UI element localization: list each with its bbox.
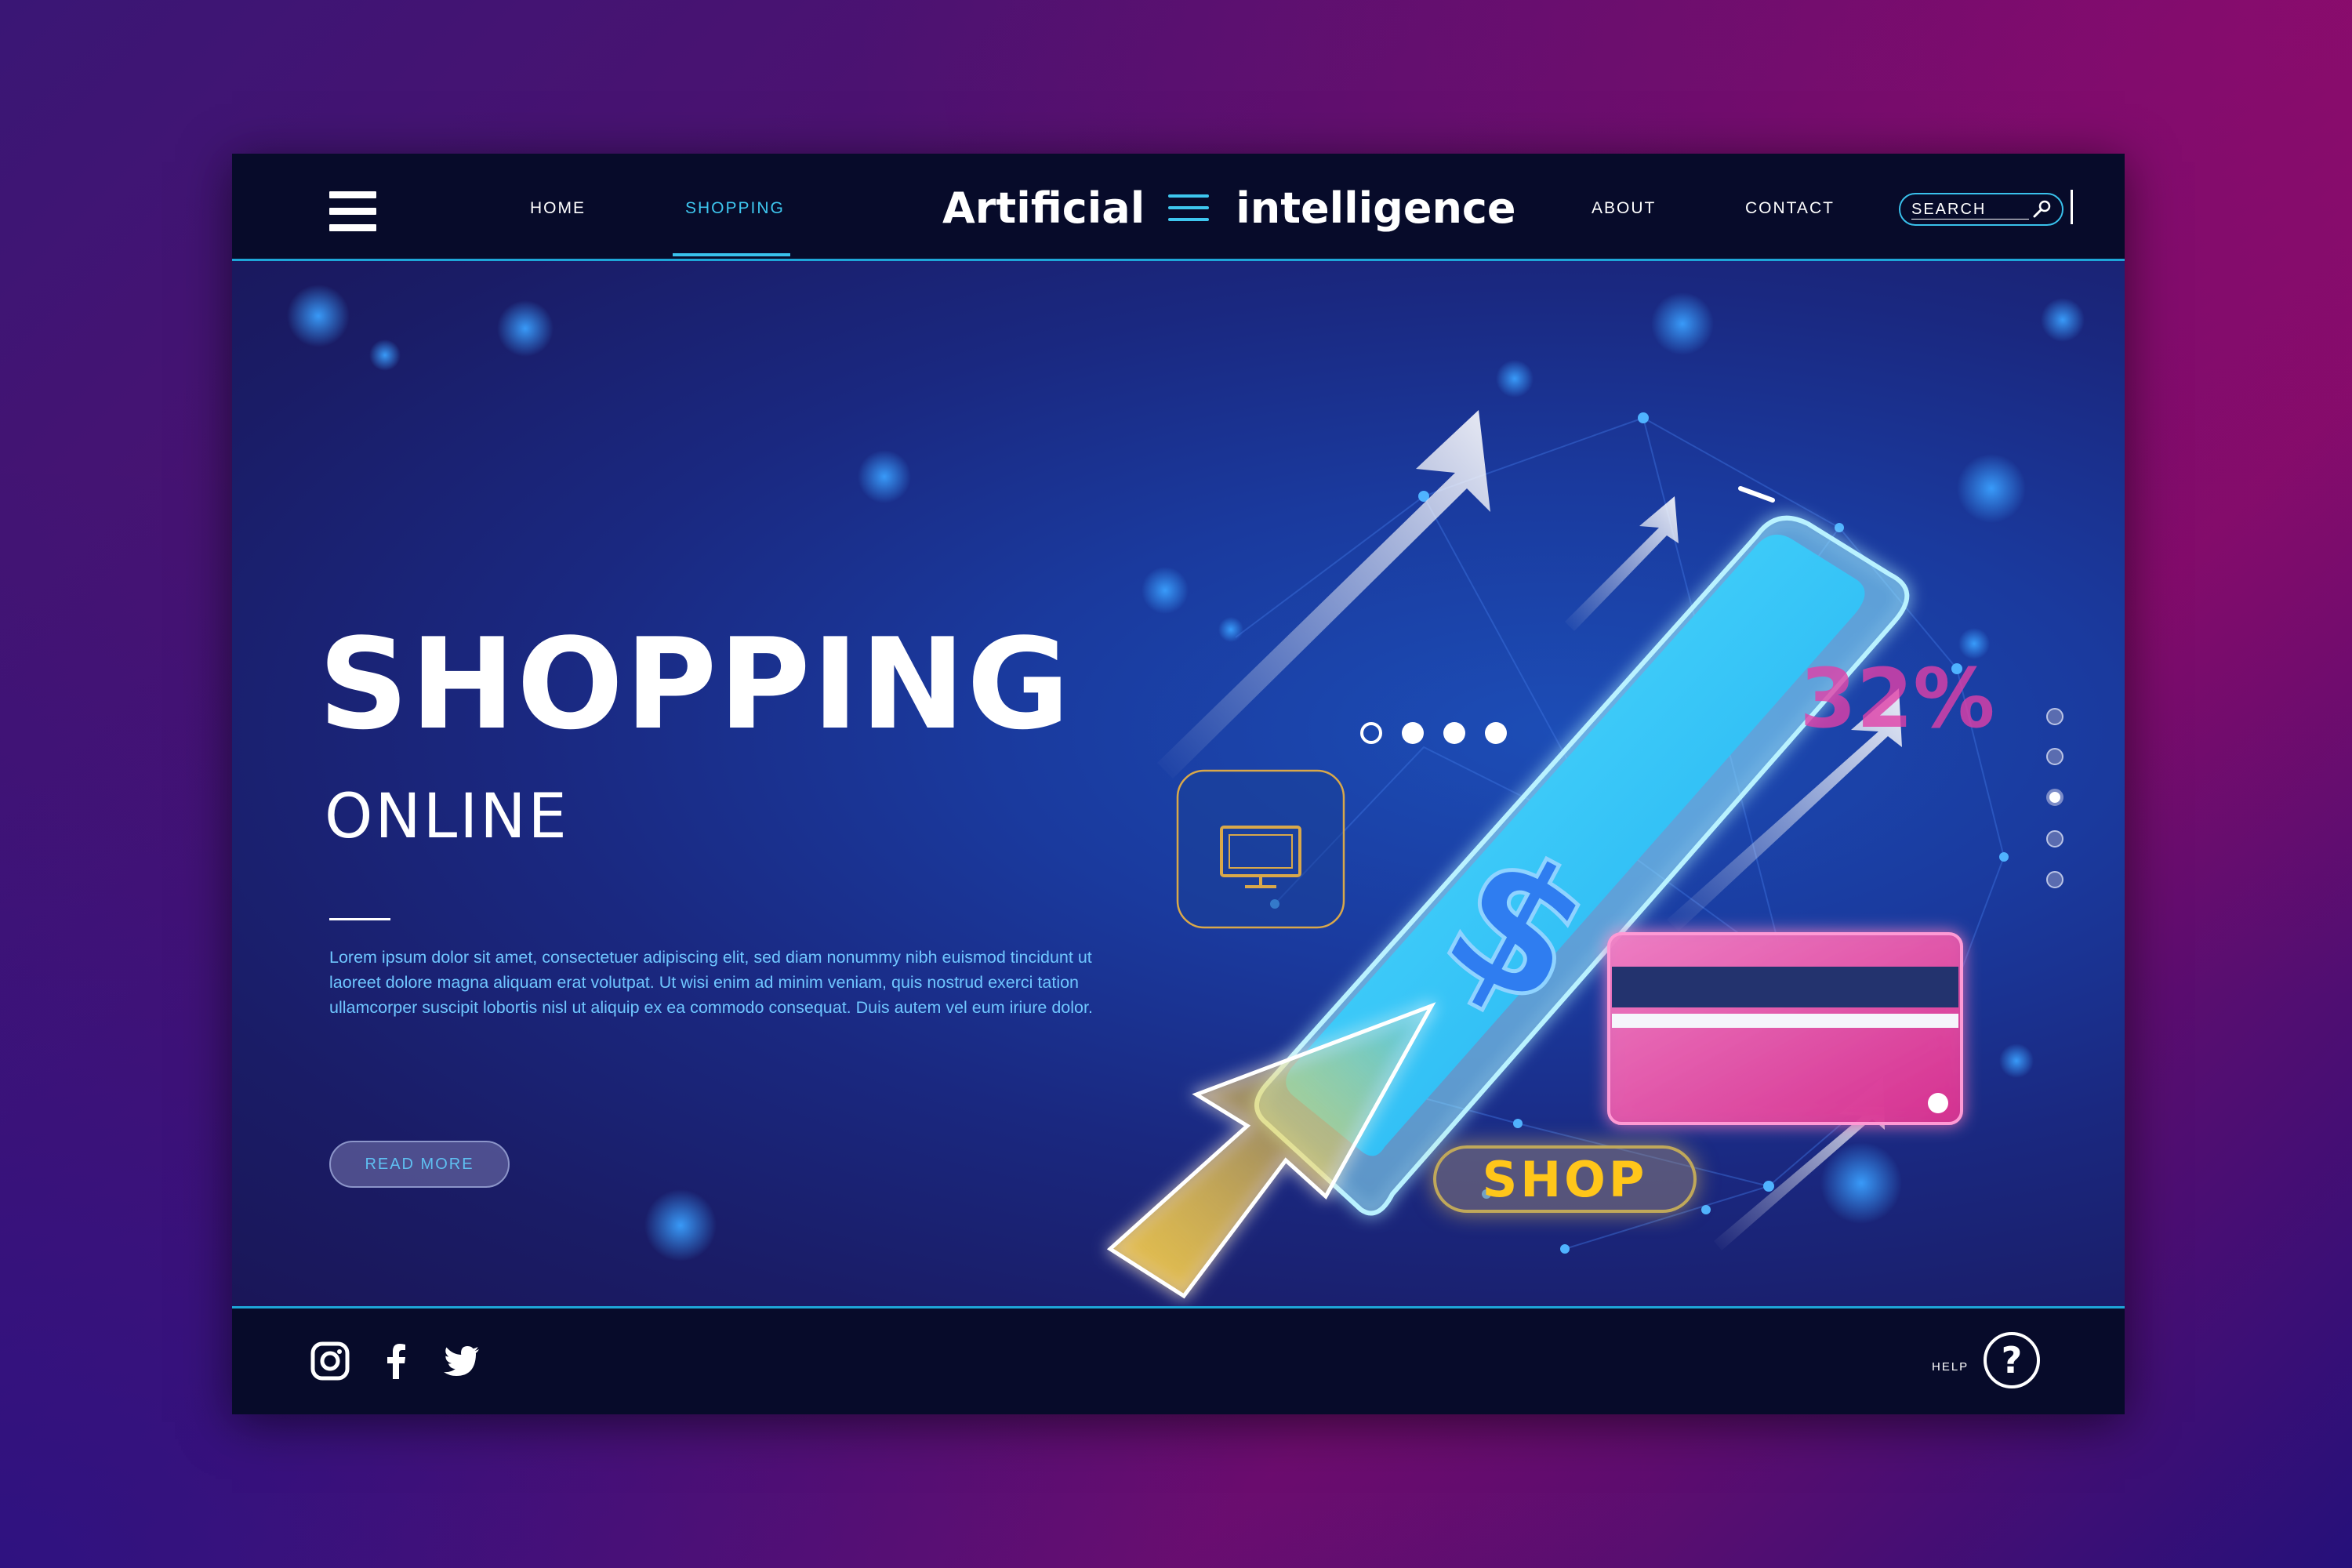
slide-dot-3[interactable]: [2046, 789, 2063, 806]
shop-button-label: SHOP: [1482, 1151, 1648, 1208]
shop-button[interactable]: SHOP: [1433, 1145, 1697, 1213]
discount-text: 32%: [1800, 651, 1995, 746]
landing-page: HOME SHOPPING ABOUT CONTACT Artificial i…: [232, 154, 2125, 1414]
nav-contact[interactable]: CONTACT: [1745, 199, 1835, 218]
search-box: [1899, 193, 2063, 226]
title-divider: [329, 918, 390, 920]
hero-section: $ 32% SHOPPING ONLINE Lorem ipsum dolor …: [232, 261, 2125, 1306]
slide-dot-4[interactable]: [2046, 830, 2063, 848]
slide-dot-2[interactable]: [2046, 748, 2063, 765]
hero-title: SHOPPING: [318, 611, 1072, 757]
nav-shopping[interactable]: SHOPPING: [685, 199, 785, 218]
slide-dot-5[interactable]: [2046, 871, 2063, 888]
search-divider: [2071, 190, 2073, 224]
twitter-icon[interactable]: [442, 1341, 481, 1381]
search-icon[interactable]: [2032, 199, 2053, 220]
hero-subtitle: ONLINE: [325, 782, 569, 852]
hero-description: Lorem ipsum dolor sit amet, consectetuer…: [329, 948, 1093, 1017]
help-label: HELP: [1932, 1360, 1969, 1374]
monitor-icon: [1176, 769, 1345, 929]
search-input[interactable]: [1911, 201, 2029, 220]
brand-text-left: Artificial: [942, 183, 1145, 233]
slide-dot-1[interactable]: [2046, 708, 2063, 725]
credit-card-icon: [1607, 932, 1963, 1125]
nav-home[interactable]: HOME: [530, 199, 586, 218]
hamburger-menu-icon[interactable]: [329, 191, 376, 232]
footer-bar: HELP ?: [232, 1308, 2125, 1414]
brand-bars-icon: [1168, 194, 1210, 221]
active-nav-indicator: [673, 253, 790, 256]
instagram-icon[interactable]: [310, 1341, 350, 1381]
top-navbar: HOME SHOPPING ABOUT CONTACT Artificial i…: [232, 154, 2125, 261]
facebook-icon[interactable]: [376, 1341, 416, 1381]
brand-text-right: intelligence: [1236, 183, 1516, 233]
read-more-button[interactable]: READ MORE: [329, 1141, 510, 1188]
site-logo[interactable]: Artificial intelligence: [942, 180, 1516, 235]
help-question-icon[interactable]: ?: [1984, 1332, 2040, 1388]
loading-dots: [1360, 722, 1507, 744]
nav-about[interactable]: ABOUT: [1592, 199, 1656, 218]
